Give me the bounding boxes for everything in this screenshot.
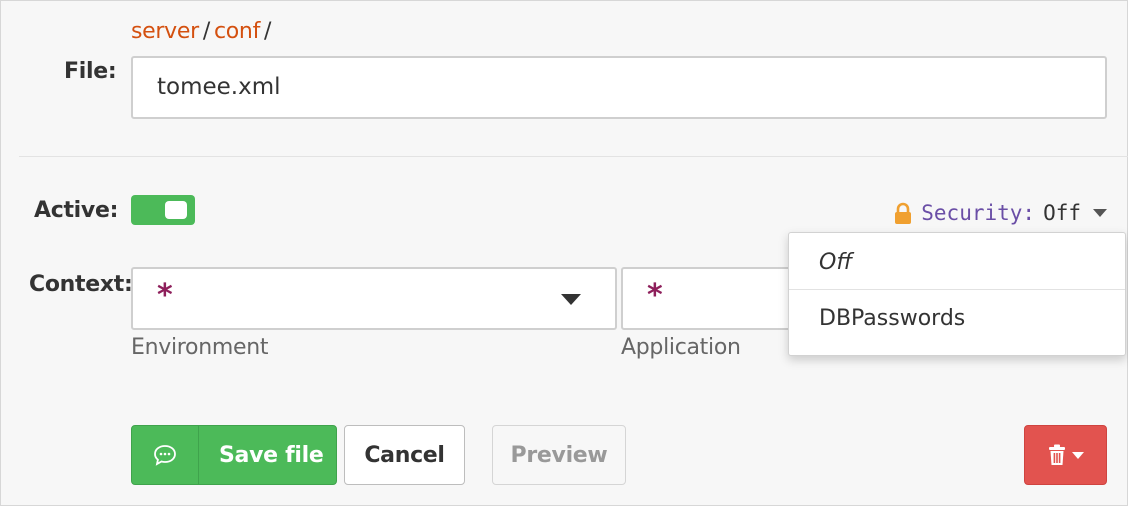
lock-icon (895, 202, 912, 224)
environment-value: * (157, 278, 173, 313)
cancel-button[interactable]: Cancel (344, 425, 465, 485)
save-file-button[interactable]: Save file (131, 425, 337, 485)
security-dropdown[interactable]: Security: Off (894, 201, 1107, 225)
comment-icon-cell (132, 426, 199, 484)
security-option-dbpasswords[interactable]: DBPasswords (789, 291, 1125, 347)
breadcrumb-separator: / (264, 19, 272, 44)
preview-button[interactable]: Preview (492, 425, 626, 485)
environment-select[interactable]: * (131, 267, 617, 330)
editor-panel: server / conf / File: tomee.xml Active: Sec… (0, 0, 1128, 506)
security-value: Off (1043, 201, 1081, 225)
breadcrumb: server / conf / (131, 19, 275, 44)
file-name-input[interactable]: tomee.xml (131, 56, 1107, 119)
application-value: * (647, 278, 663, 313)
active-toggle[interactable] (131, 195, 195, 225)
breadcrumb-server-link[interactable]: server (131, 19, 199, 44)
context-label: Context: (29, 272, 133, 297)
trash-icon (1048, 444, 1065, 465)
environment-help: Environment (131, 335, 269, 360)
chevron-down-icon (1071, 451, 1084, 459)
chevron-down-icon (1093, 209, 1107, 217)
menu-divider (789, 289, 1125, 290)
security-menu: Off DBPasswords (788, 232, 1126, 356)
section-divider (19, 156, 1128, 157)
file-label: File: (64, 59, 117, 84)
security-label: Security: (921, 201, 1036, 225)
comment-icon (154, 445, 176, 466)
application-help: Application (621, 335, 741, 360)
breadcrumb-conf-link[interactable]: conf (214, 19, 260, 44)
save-file-label: Save file (219, 442, 324, 468)
breadcrumb-separator: / (202, 19, 210, 44)
active-label: Active: (34, 198, 119, 223)
security-option-off[interactable]: Off (789, 235, 1125, 291)
chevron-down-icon (561, 294, 581, 305)
delete-dropdown-button[interactable] (1024, 425, 1107, 485)
toggle-knob (165, 201, 187, 219)
